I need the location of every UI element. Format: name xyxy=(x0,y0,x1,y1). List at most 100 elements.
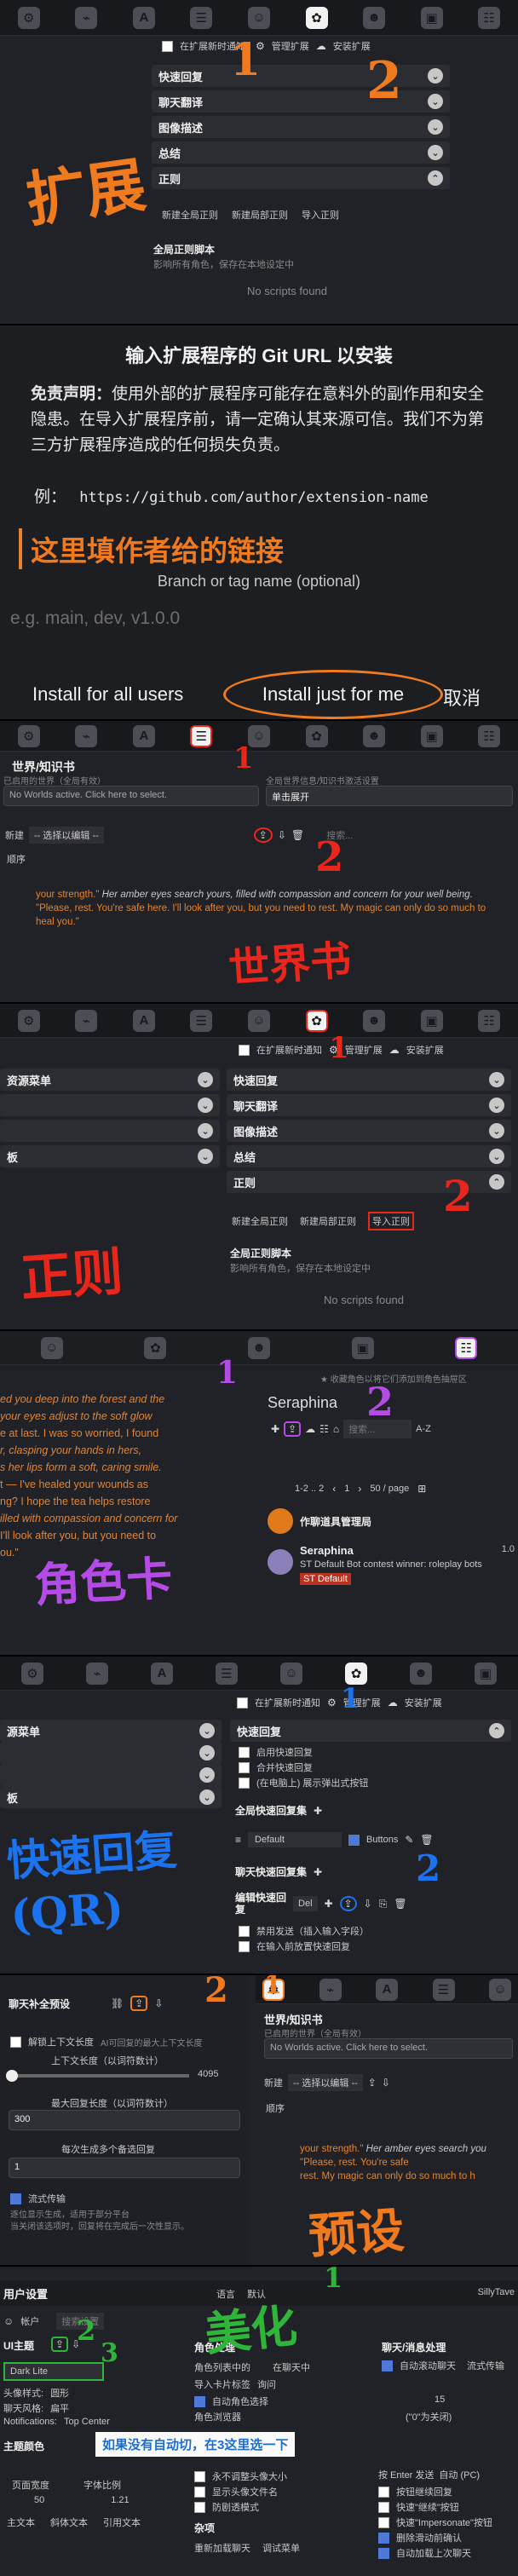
never-resize-checkbox[interactable] xyxy=(194,2470,205,2482)
qr-set-select[interactable]: Del xyxy=(293,1896,318,1911)
chevron-down-icon[interactable]: ⌄ xyxy=(198,1072,213,1087)
chevron-down-icon[interactable]: ⌄ xyxy=(428,145,443,160)
drawer-left-3[interactable]: ⌄ xyxy=(0,1120,220,1142)
book-icon[interactable]: ☰ xyxy=(190,724,213,747)
default-set-select[interactable]: Default xyxy=(248,1832,342,1847)
enter-send-select[interactable]: 自动 (PC) xyxy=(439,2468,480,2481)
book-icon[interactable]: ☰ xyxy=(190,1009,213,1032)
unlock-context-checkbox[interactable] xyxy=(10,2036,21,2048)
drawer-chat-translation[interactable]: 聊天翻译 ⌄ xyxy=(152,90,450,112)
plug-icon[interactable]: ⌁ xyxy=(86,1662,108,1685)
drawer-left-4[interactable]: 板 ⌄ xyxy=(0,1145,220,1167)
settings-search-input[interactable]: 搜索设置 xyxy=(56,2313,105,2330)
drawer-left-2[interactable]: ⌄ xyxy=(0,1094,220,1116)
world-sort-select[interactable]: 顺序 xyxy=(266,2101,285,2115)
delete-qr-icon[interactable]: 🗑 xyxy=(394,1898,406,1910)
continue-checkbox[interactable] xyxy=(378,2486,389,2498)
import-url-icon[interactable]: ☁ xyxy=(305,1423,315,1435)
world-select[interactable]: -- 选择以编辑 -- xyxy=(29,827,104,844)
chevron-down-icon[interactable]: ⌄ xyxy=(198,1123,213,1138)
chevron-down-icon[interactable]: ⌄ xyxy=(489,1123,504,1138)
plug-icon[interactable]: ⌁ xyxy=(319,1978,342,2001)
new-global-regex-button[interactable]: 新建全局正则 xyxy=(232,1214,288,1228)
chevron-down-icon[interactable]: ⌄ xyxy=(489,1149,504,1164)
install-all-users-button[interactable]: Install for all users xyxy=(32,683,183,706)
cloud-download-icon[interactable]: ☁ xyxy=(389,1044,400,1056)
people-icon[interactable]: ☷ xyxy=(455,1336,478,1359)
copy-qr-icon[interactable]: ⎘ xyxy=(379,1898,388,1910)
drawer-image-caption[interactable]: 图像描述 ⌄ xyxy=(152,116,450,138)
drawer-left-resources[interactable]: 源菜单 ⌄ xyxy=(0,1720,222,1742)
new-world-button[interactable]: 新建 xyxy=(264,2076,283,2089)
cloud-download-icon[interactable]: ☁ xyxy=(388,1697,398,1709)
theme-select[interactable]: Dark Lite xyxy=(3,2362,104,2381)
tag-icon[interactable]: ⌂ xyxy=(333,1423,339,1435)
drawer-left-4[interactable]: 板 ⌄ xyxy=(0,1786,222,1808)
image-icon[interactable]: ▣ xyxy=(420,724,443,747)
chevron-down-icon[interactable]: ⌄ xyxy=(199,1789,215,1805)
export-preset-icon[interactable]: ⇩ xyxy=(154,1997,163,2009)
add-global-set-icon[interactable]: ✚ xyxy=(314,1805,322,1817)
reload-chat-button[interactable]: 重新加载聊天 xyxy=(194,2541,250,2555)
font-icon[interactable]: A xyxy=(376,1978,398,2001)
expand-settings-button[interactable]: 单击展开 xyxy=(266,786,513,806)
active-worlds-select[interactable]: No Worlds active. Click here to select. xyxy=(264,2038,513,2059)
spoiler-free-checkbox[interactable] xyxy=(194,2501,205,2513)
drawer-quick-reply[interactable]: 快速回复 ⌄ xyxy=(152,65,450,87)
group-icon[interactable]: ☷ xyxy=(319,1423,329,1435)
settings-icon[interactable]: ⚙ xyxy=(21,1662,43,1685)
font-icon[interactable]: A xyxy=(132,1009,155,1032)
drawer-left-3[interactable]: ⌄ xyxy=(0,1764,222,1786)
import-tags-select[interactable]: 询问 xyxy=(257,2377,276,2391)
extensions-icon[interactable]: ✿ xyxy=(305,6,328,29)
gen-count-input[interactable]: 1 xyxy=(9,2158,240,2178)
grid-view-icon[interactable]: ⊞ xyxy=(417,1483,426,1495)
auto-switch-checkbox[interactable] xyxy=(194,2395,205,2407)
world-import-icon[interactable]: ⇪ xyxy=(368,2077,377,2089)
install-extension-button[interactable]: 安装扩展 xyxy=(333,39,371,53)
new-local-regex-button[interactable]: 新建局部正则 xyxy=(232,208,288,222)
extensions-icon[interactable]: ✿ xyxy=(144,1336,167,1359)
cloud-download-icon[interactable]: ☁ xyxy=(316,40,326,52)
people-icon[interactable]: ☷ xyxy=(478,6,501,29)
stream-fps-value[interactable]: 15 xyxy=(435,2394,445,2405)
manage-extensions-icon[interactable]: ⚙ xyxy=(327,1697,337,1709)
context-slider[interactable] xyxy=(6,2070,189,2082)
chat-style-select[interactable]: 扁平 xyxy=(50,2401,69,2415)
font-icon[interactable]: A xyxy=(151,1662,173,1685)
world-search-input[interactable]: 搜索... xyxy=(326,828,353,842)
chevron-up-icon[interactable]: ⌃ xyxy=(489,1174,504,1190)
edit-icon[interactable]: ✎ xyxy=(405,1834,413,1846)
export-qr-icon[interactable]: ⇩ xyxy=(364,1898,372,1910)
user-icon[interactable]: ☺ xyxy=(40,1336,63,1359)
per-page-select[interactable]: 50 / page xyxy=(370,1484,409,1494)
book-icon[interactable]: ☰ xyxy=(216,1662,238,1685)
world-import-icon[interactable]: ⇪ xyxy=(253,827,273,843)
font-icon[interactable]: A xyxy=(132,724,155,747)
context-length-value[interactable]: 4095 xyxy=(198,2069,218,2079)
qr-popout-checkbox[interactable] xyxy=(239,1777,250,1789)
extensions-icon[interactable]: ✿ xyxy=(305,724,328,747)
chevron-down-icon[interactable]: ⌄ xyxy=(199,1745,215,1761)
import-char-icon[interactable]: ⇪ xyxy=(284,1421,302,1437)
qr-merge-checkbox[interactable] xyxy=(239,1761,250,1773)
new-local-regex-button[interactable]: 新建局部正则 xyxy=(300,1214,356,1228)
install-just-me-button[interactable]: Install just for me xyxy=(223,670,443,719)
drawer-summarize[interactable]: 总结 ⌄ xyxy=(152,141,450,164)
chevron-down-icon[interactable]: ⌄ xyxy=(428,68,443,84)
world-sort-select[interactable]: 顺序 xyxy=(7,852,26,866)
add-chat-set-icon[interactable]: ✚ xyxy=(314,1866,322,1878)
user-icon[interactable]: ☺ xyxy=(280,1662,302,1685)
drawer-regex[interactable]: 正则 ⌃ xyxy=(227,1171,511,1193)
git-url-input[interactable]: 这里填作者给的链接 xyxy=(19,528,501,569)
add-qr-icon[interactable]: ✚ xyxy=(325,1898,333,1910)
manage-extensions-button[interactable]: 管理扩展 xyxy=(343,1696,381,1709)
import-regex-button[interactable]: 导入正则 xyxy=(302,208,339,222)
import-qr-icon[interactable]: ⇪ xyxy=(339,1896,357,1911)
font-icon[interactable]: A xyxy=(132,6,155,29)
drawer-quick-reply[interactable]: 快速回复 ⌄ xyxy=(227,1069,511,1091)
cursor-place-checkbox[interactable] xyxy=(239,1940,250,1952)
world-select[interactable]: -- 选择以编辑 -- xyxy=(288,2074,363,2091)
settings-icon[interactable]: ⚙ xyxy=(262,1978,285,2001)
smile-icon[interactable]: ☻ xyxy=(410,1662,432,1685)
